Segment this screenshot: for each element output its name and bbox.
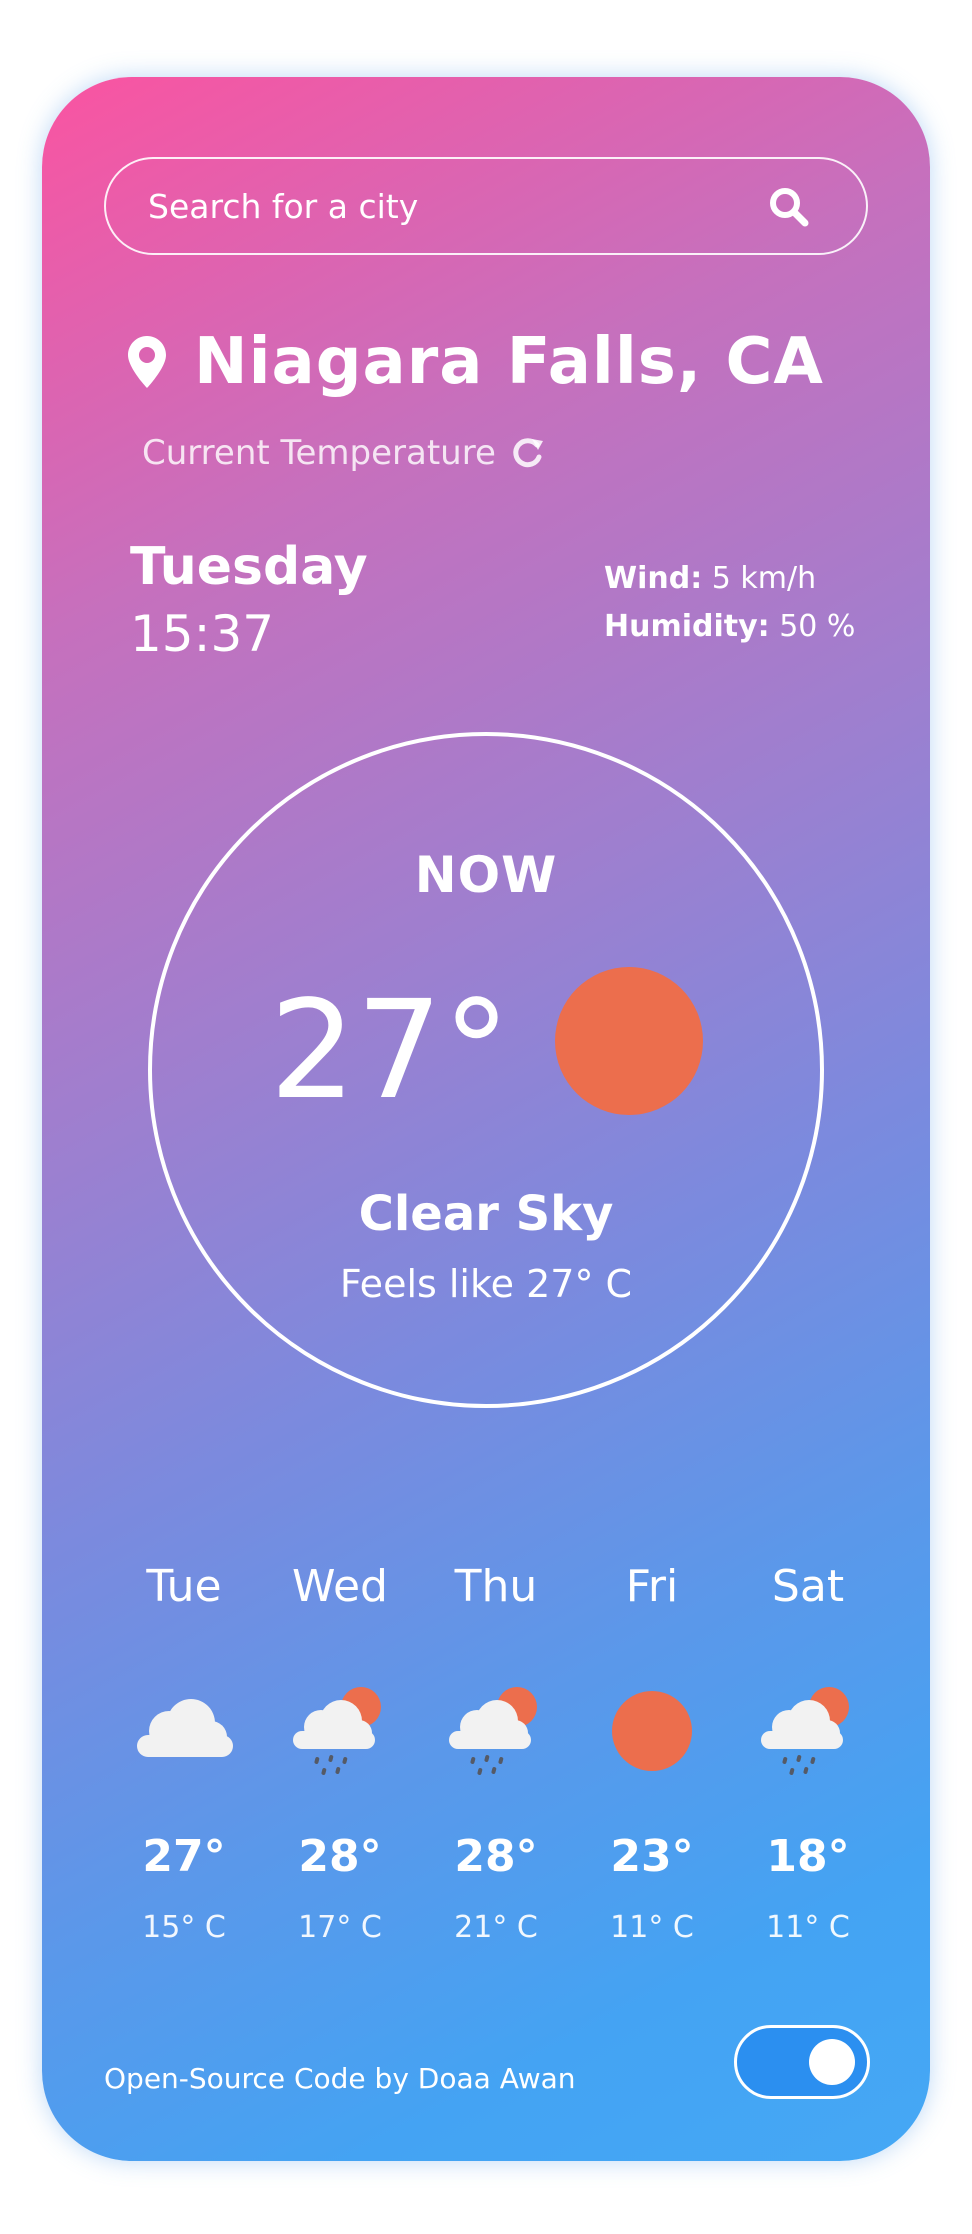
footer-credit[interactable]: Open-Source Code by Doaa Awan	[104, 2062, 576, 2095]
city-name: Niagara Falls, CA	[194, 325, 824, 399]
sun-cloud-rain-icon	[449, 1687, 537, 1775]
weather-details: Wind: 5 km/h Humidity: 50 %	[604, 555, 855, 651]
map-pin-icon	[128, 336, 166, 388]
sun-cloud-rain-icon	[293, 1687, 381, 1775]
forecast-high: 28°	[454, 1831, 538, 1882]
wind-row: Wind: 5 km/h	[604, 555, 855, 603]
sun-icon	[554, 967, 703, 1115]
forecast-low: 21° C	[454, 1910, 538, 1945]
current-temperature-text: Current Temperature	[142, 433, 496, 473]
forecast-day: Wed 28° 17° C	[262, 1557, 418, 1945]
forecast-day-name: Tue	[146, 1561, 222, 1612]
refresh-icon[interactable]	[510, 435, 546, 471]
forecast-low: 11° C	[766, 1910, 850, 1945]
toggle-knob	[809, 2039, 855, 2085]
condition-label: Clear Sky	[358, 1186, 614, 1242]
day-label: Tuesday	[130, 537, 368, 597]
forecast-day: Sat 18° 11° C	[730, 1557, 886, 1945]
forecast-day-name: Sat	[771, 1561, 845, 1612]
forecast-high: 23°	[610, 1831, 694, 1882]
weather-card: Niagara Falls, CA Current Temperature Tu…	[42, 77, 930, 2161]
humidity-value: 50 %	[779, 609, 856, 644]
forecast-day-name: Wed	[292, 1561, 388, 1612]
current-temperature: 27°	[269, 972, 511, 1130]
cloud-icon	[137, 1699, 233, 1757]
forecast-high: 27°	[142, 1831, 226, 1882]
humidity-row: Humidity: 50 %	[604, 603, 855, 651]
forecast-day: Thu 28° 21° C	[418, 1557, 574, 1945]
feels-like-label: Feels like 27° C	[339, 1262, 633, 1306]
time-label: 15:37	[130, 605, 275, 663]
current-temperature-label: Current Temperature	[142, 433, 546, 473]
humidity-label: Humidity:	[604, 609, 770, 644]
forecast-day-name: Thu	[454, 1561, 538, 1612]
location-heading: Niagara Falls, CA	[128, 322, 824, 402]
current-temp-row: 27°	[152, 967, 820, 1130]
forecast-high: 18°	[766, 1831, 850, 1882]
forecast-day: Fri 23° 11° C	[574, 1557, 730, 1945]
forecast-high: 28°	[298, 1831, 382, 1882]
search-bar	[104, 157, 868, 255]
sun-cloud-rain-icon	[761, 1687, 849, 1775]
wind-label: Wind:	[604, 561, 703, 596]
current-weather-circle: NOW 27° Clear Sky Feels like 27° C	[148, 732, 824, 1408]
forecast-day: Tue 27° 15° C	[106, 1557, 262, 1945]
sun-icon	[612, 1691, 692, 1771]
forecast-low: 17° C	[298, 1910, 382, 1945]
search-input[interactable]	[146, 159, 770, 254]
forecast-low: 11° C	[610, 1910, 694, 1945]
wind-value: 5 km/h	[711, 561, 817, 596]
now-label: NOW	[414, 846, 558, 904]
forecast-low: 15° C	[142, 1910, 226, 1945]
forecast-day-name: Fri	[625, 1561, 679, 1612]
forecast-list: Tue 27° 15° C Wed 28° 17° C Thu 28° 21° …	[106, 1557, 886, 1945]
search-icon[interactable]	[768, 186, 810, 228]
theme-toggle[interactable]	[734, 2025, 870, 2099]
